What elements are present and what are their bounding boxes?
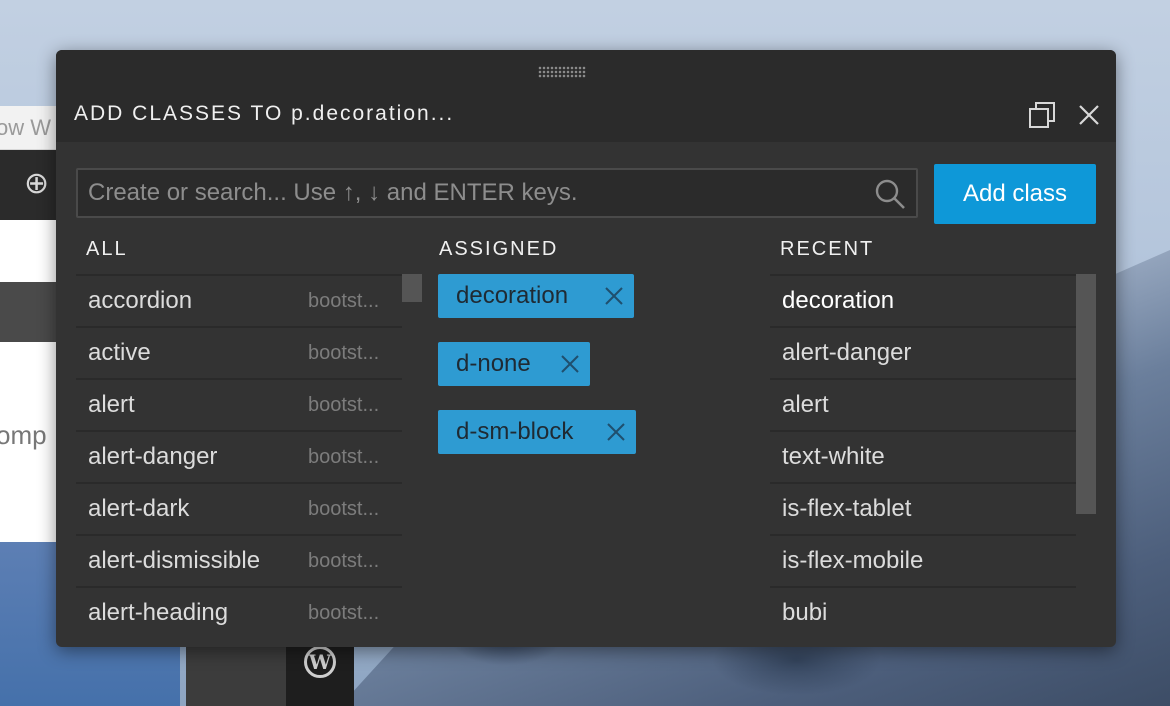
list-item[interactable]: active bootst... (76, 326, 402, 378)
list-item[interactable]: bubi (770, 586, 1076, 638)
list-item[interactable]: alert-dismissible bootst... (76, 534, 402, 586)
assigned-tag[interactable]: d-none (438, 342, 590, 386)
assigned-tag[interactable]: decoration (438, 274, 634, 318)
class-source: bootst... (308, 394, 380, 416)
class-name: alert-dark (88, 495, 190, 522)
list-item[interactable]: is-flex-tablet (770, 482, 1076, 534)
search-field (76, 168, 918, 218)
all-classes-list: accordion bootst... active bootst... alert… (76, 274, 402, 638)
background-page-text: omp (0, 420, 47, 450)
class-source: bootst... (308, 498, 380, 520)
class-name: alert-danger (88, 443, 218, 470)
search-icon[interactable] (874, 178, 906, 210)
all-list-scrollbar[interactable] (402, 274, 422, 302)
class-source: bootst... (308, 550, 380, 572)
class-source: bootst... (308, 290, 380, 312)
tag-label: d-none (456, 350, 531, 377)
class-name: alert-dismissible (88, 547, 261, 574)
tag-label: d-sm-block (456, 418, 574, 445)
list-item[interactable]: alert-danger (770, 326, 1076, 378)
close-icon[interactable] (1078, 104, 1100, 126)
wordpress-icon: W (304, 646, 336, 678)
list-item[interactable]: alert-heading bootst... (76, 586, 402, 638)
tag-label: decoration (456, 282, 569, 309)
list-item[interactable]: accordion bootst... (76, 274, 402, 326)
class-name: accordion (88, 287, 193, 314)
remove-tag-icon[interactable] (560, 354, 580, 374)
zoom-in-icon[interactable]: ⊕ (24, 168, 56, 200)
restore-window-icon[interactable] (1028, 101, 1056, 129)
drag-handle-icon[interactable] (538, 66, 586, 78)
remove-tag-icon[interactable] (606, 422, 626, 442)
class-name: alert (88, 391, 135, 418)
assigned-column-heading: ASSIGNED (439, 238, 559, 260)
assigned-tag[interactable]: d-sm-block (438, 410, 636, 454)
add-classes-dialog: ADD CLASSES TO p.decoration... Add class… (56, 50, 1116, 647)
class-name: alert-heading (88, 599, 229, 626)
list-item[interactable]: decoration (770, 274, 1076, 326)
class-source: bootst... (308, 602, 380, 624)
list-item[interactable]: alert bootst... (76, 378, 402, 430)
recent-classes-list: decoration alert-danger alert text-white… (770, 274, 1076, 638)
search-input[interactable] (88, 170, 868, 216)
list-item[interactable]: is-flex-mobile (770, 534, 1076, 586)
list-item[interactable]: text-white (770, 430, 1076, 482)
list-item[interactable]: alert (770, 378, 1076, 430)
remove-tag-icon[interactable] (604, 286, 624, 306)
recent-column-heading: RECENT (780, 238, 875, 260)
all-column-heading: ALL (86, 238, 128, 260)
recent-list-scrollbar[interactable] (1076, 274, 1096, 514)
dialog-header: ADD CLASSES TO p.decoration... (56, 50, 1116, 142)
dialog-title: ADD CLASSES TO p.decoration... (74, 102, 455, 125)
list-item[interactable]: alert-danger bootst... (76, 430, 402, 482)
class-source: bootst... (308, 446, 380, 468)
list-item[interactable]: alert-dark bootst... (76, 482, 402, 534)
add-class-button[interactable]: Add class (934, 164, 1096, 224)
class-source: bootst... (308, 342, 380, 364)
class-name: active (88, 339, 151, 366)
